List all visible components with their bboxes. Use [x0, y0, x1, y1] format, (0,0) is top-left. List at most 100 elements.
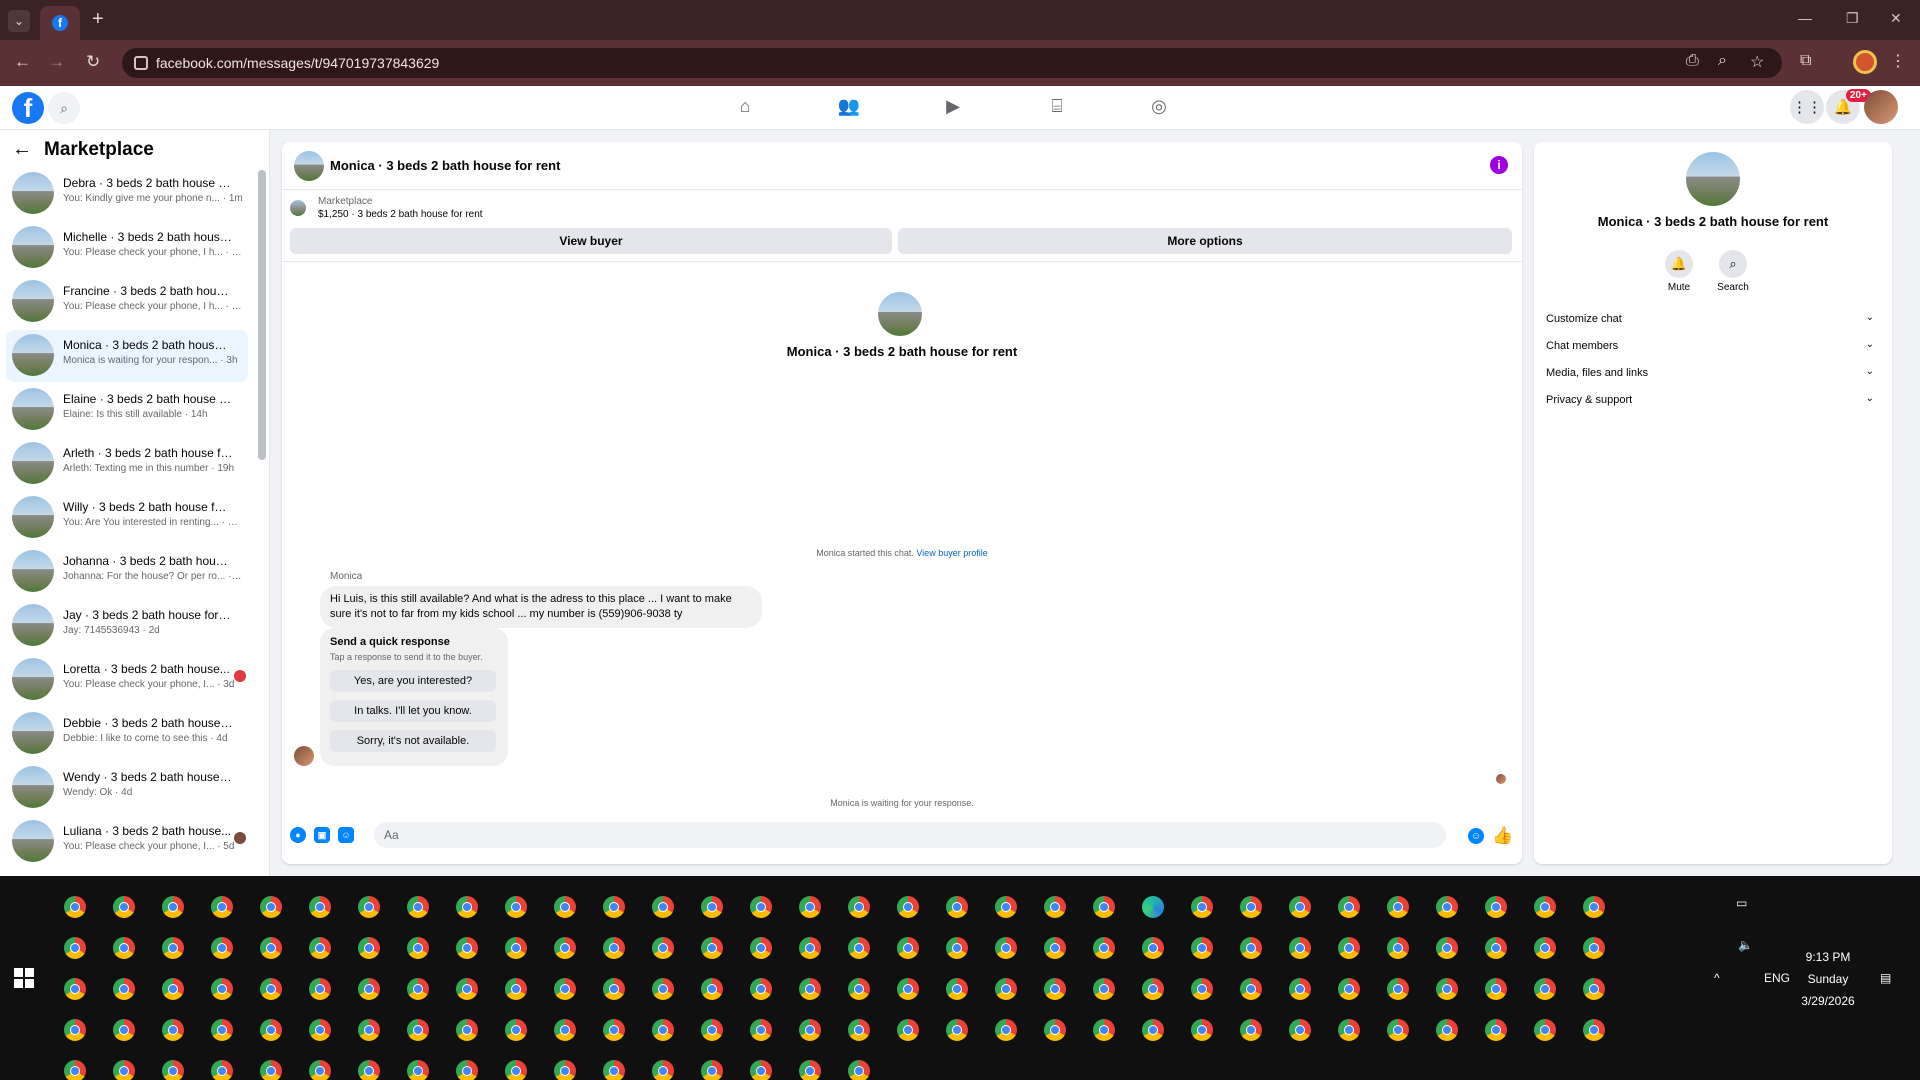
- info-icon[interactable]: i: [1490, 156, 1508, 174]
- chrome-window-icon[interactable]: [652, 978, 674, 1000]
- chrome-window-icon[interactable]: [1044, 1019, 1066, 1041]
- forward-icon[interactable]: →: [48, 52, 65, 72]
- chrome-window-icon[interactable]: [358, 937, 380, 959]
- chrome-window-icon[interactable]: [358, 1019, 380, 1041]
- chrome-window-icon[interactable]: [309, 896, 331, 918]
- chrome-window-icon[interactable]: [799, 1060, 821, 1080]
- media-files-links-row[interactable]: Media, files and links ⌄: [1542, 360, 1884, 388]
- chrome-window-icon[interactable]: [1240, 896, 1262, 918]
- more-options-button[interactable]: More options: [898, 228, 1512, 254]
- chrome-window-icon[interactable]: [162, 1060, 184, 1080]
- chrome-window-icon[interactable]: [505, 937, 527, 959]
- chrome-window-icon[interactable]: [113, 896, 135, 918]
- restore-button[interactable]: ❐: [1846, 10, 1859, 27]
- chrome-window-icon[interactable]: [1583, 978, 1605, 1000]
- chrome-window-icon[interactable]: [701, 978, 723, 1000]
- browser-profile-avatar[interactable]: [1853, 50, 1877, 74]
- extensions-icon[interactable]: ⧉: [1800, 52, 1811, 70]
- chrome-window-icon[interactable]: [750, 896, 772, 918]
- account-avatar[interactable]: [1864, 90, 1898, 124]
- chrome-window-icon[interactable]: [1387, 1019, 1409, 1041]
- chrome-window-icon[interactable]: [1485, 1019, 1507, 1041]
- chrome-window-icon[interactable]: [1142, 937, 1164, 959]
- chrome-window-icon[interactable]: [603, 1060, 625, 1080]
- privacy-support-row[interactable]: Privacy & support ⌄: [1542, 387, 1884, 415]
- chrome-window-icon[interactable]: [1093, 978, 1115, 1000]
- new-tab-button[interactable]: +: [92, 8, 104, 31]
- chat-header-avatar[interactable]: [294, 151, 324, 181]
- chrome-window-icon[interactable]: [1534, 896, 1556, 918]
- chrome-window-icon[interactable]: [260, 1060, 282, 1080]
- minimize-button[interactable]: —: [1798, 10, 1812, 26]
- chrome-window-icon[interactable]: [1093, 896, 1115, 918]
- chrome-window-icon[interactable]: [113, 978, 135, 1000]
- chrome-window-icon[interactable]: [701, 896, 723, 918]
- chrome-window-icon[interactable]: [407, 937, 429, 959]
- chrome-window-icon[interactable]: [162, 896, 184, 918]
- chrome-window-icon[interactable]: [113, 937, 135, 959]
- chrome-window-icon[interactable]: [701, 937, 723, 959]
- thumbs-up-icon[interactable]: 👍: [1492, 826, 1513, 846]
- chrome-window-icon[interactable]: [113, 1019, 135, 1041]
- chrome-window-icon[interactable]: [1240, 1019, 1262, 1041]
- edge-browser-icon[interactable]: [1142, 896, 1164, 918]
- chrome-window-icon[interactable]: [995, 937, 1017, 959]
- chrome-window-icon[interactable]: [162, 978, 184, 1000]
- chrome-window-icon[interactable]: [995, 896, 1017, 918]
- chrome-window-icon[interactable]: [701, 1019, 723, 1041]
- chrome-window-icon[interactable]: [1387, 896, 1409, 918]
- chrome-window-icon[interactable]: [652, 937, 674, 959]
- chrome-window-icon[interactable]: [1436, 896, 1458, 918]
- chrome-window-icon[interactable]: [1338, 978, 1360, 1000]
- chrome-window-icon[interactable]: [1338, 937, 1360, 959]
- chrome-window-icon[interactable]: [897, 1019, 919, 1041]
- chrome-window-icon[interactable]: [64, 937, 86, 959]
- chrome-window-icon[interactable]: [456, 937, 478, 959]
- chrome-window-icon[interactable]: [995, 978, 1017, 1000]
- chrome-window-icon[interactable]: [1338, 896, 1360, 918]
- conversation-item[interactable]: Michelle · 3 beds 2 bath house ... You: …: [6, 222, 248, 274]
- back-icon[interactable]: ←: [14, 52, 31, 72]
- chrome-window-icon[interactable]: [358, 896, 380, 918]
- chrome-window-icon[interactable]: [946, 1019, 968, 1041]
- browser-tab-facebook[interactable]: f: [40, 6, 80, 40]
- chrome-window-icon[interactable]: [64, 1019, 86, 1041]
- chrome-window-icon[interactable]: [1240, 937, 1262, 959]
- conversation-item[interactable]: Wendy · 3 beds 2 bath house fo... Wendy:…: [6, 762, 248, 814]
- site-info-icon[interactable]: [134, 56, 148, 70]
- chrome-window-icon[interactable]: [995, 1019, 1017, 1041]
- chrome-window-icon[interactable]: [554, 978, 576, 1000]
- customize-chat-row[interactable]: Customize chat ⌄: [1542, 306, 1884, 334]
- chevron-up-icon[interactable]: ^: [1714, 971, 1720, 985]
- chrome-window-icon[interactable]: [1289, 937, 1311, 959]
- windows-start-icon[interactable]: [14, 968, 34, 988]
- chrome-window-icon[interactable]: [64, 1060, 86, 1080]
- chrome-window-icon[interactable]: [603, 1019, 625, 1041]
- chrome-window-icon[interactable]: [260, 937, 282, 959]
- menu-grid-icon[interactable]: ⋮⋮: [1790, 90, 1824, 124]
- chrome-window-icon[interactable]: [554, 896, 576, 918]
- conversation-item[interactable]: Elaine · 3 beds 2 bath house for... Elai…: [6, 384, 248, 436]
- chrome-window-icon[interactable]: [211, 1019, 233, 1041]
- chrome-window-icon[interactable]: [1289, 1019, 1311, 1041]
- chrome-window-icon[interactable]: [1485, 896, 1507, 918]
- sticker-icon[interactable]: ☺: [338, 827, 354, 843]
- install-app-icon[interactable]: ⎙: [1686, 52, 1699, 70]
- chrome-window-icon[interactable]: [162, 937, 184, 959]
- chrome-window-icon[interactable]: [407, 978, 429, 1000]
- mute-button[interactable]: 🔔 Mute: [1654, 250, 1704, 293]
- chrome-window-icon[interactable]: [750, 937, 772, 959]
- chrome-window-icon[interactable]: [750, 1060, 772, 1080]
- conversation-item[interactable]: Francine · 3 beds 2 bath house ... You: …: [6, 276, 248, 328]
- desktop-icon[interactable]: ▭: [1736, 896, 1747, 910]
- chrome-window-icon[interactable]: [554, 1060, 576, 1080]
- video-icon[interactable]: ▶: [938, 96, 968, 117]
- facebook-logo-icon[interactable]: f: [12, 92, 44, 124]
- chrome-window-icon[interactable]: [750, 978, 772, 1000]
- chrome-window-icon[interactable]: [407, 896, 429, 918]
- chrome-window-icon[interactable]: [603, 896, 625, 918]
- conversation-item[interactable]: Debbie · 3 beds 2 bath house f... Debbie…: [6, 708, 248, 760]
- chrome-window-icon[interactable]: [946, 978, 968, 1000]
- notification-center-icon[interactable]: ▤: [1880, 971, 1891, 985]
- conversation-item[interactable]: Arleth · 3 beds 2 bath house for... Arle…: [6, 438, 248, 490]
